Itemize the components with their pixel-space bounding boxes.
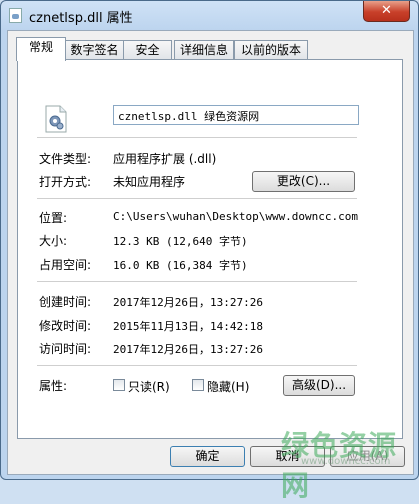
dialog-client: 常规 数字签名 安全 详细信息 以前的版本 cznetlsp.dll 绿色资源网… [7,30,414,475]
watermark-url: www.downcc.com [301,456,391,467]
divider [37,365,357,367]
divider [37,281,357,283]
created-label: 创建时间: [39,295,92,309]
title-bar[interactable]: cznetlsp.dll 属性 ✕ [1,1,418,29]
tab-security[interactable]: 安全 [123,40,172,60]
modified-label: 修改时间: [39,319,92,333]
size-label: 大小: [39,234,68,248]
location-label: 位置: [39,211,68,225]
ok-button[interactable]: 确定 [170,446,245,467]
file-name-field[interactable]: cznetlsp.dll 绿色资源网 [113,105,359,125]
divider [37,198,357,200]
close-button[interactable]: ✕ [363,1,410,22]
dll-file-icon [9,8,22,23]
hidden-checkbox[interactable] [192,379,204,391]
change-button[interactable]: 更改(C)... [252,171,355,192]
modified-value: 2015年11月13日，14:42:18 [113,320,263,333]
file-type-value: 应用程序扩展 (.dll) [113,152,217,166]
tab-digital-signatures[interactable]: 数字签名 [65,40,124,60]
general-panel: cznetlsp.dll 绿色资源网 文件类型: 应用程序扩展 (.dll) 打… [17,59,403,439]
hidden-label[interactable]: 隐藏(H) [207,378,249,395]
attributes-label: 属性: [39,379,68,393]
tab-previous-versions[interactable]: 以前的版本 [234,40,308,60]
tab-details[interactable]: 详细信息 [174,40,234,60]
size-on-disk-label: 占用空间: [39,258,92,272]
divider [37,137,357,139]
size-on-disk-value: 16.0 KB (16,384 字节) [113,259,248,272]
location-value: C:\Users\wuhan\Desktop\www.downcc.com [113,210,359,223]
window-title: cznetlsp.dll 属性 [29,11,133,26]
created-value: 2017年12月26日，13:27:26 [113,296,263,309]
file-type-label: 文件类型: [39,152,92,166]
readonly-checkbox[interactable] [113,379,125,391]
accessed-value: 2017年12月26日，13:27:26 [113,343,263,356]
opens-with-value: 未知应用程序 [113,175,186,189]
accessed-label: 访问时间: [39,342,92,356]
advanced-button[interactable]: 高级(D)... [283,375,355,396]
properties-window: cznetlsp.dll 属性 ✕ 常规 数字签名 安全 详细信息 以前的版本 … [0,0,419,502]
tab-general[interactable]: 常规 [16,37,66,61]
readonly-label[interactable]: 只读(R) [128,378,170,395]
size-value: 12.3 KB (12,640 字节) [113,235,248,248]
dll-gear-file-icon [45,105,67,133]
opens-with-label: 打开方式: [39,175,92,189]
